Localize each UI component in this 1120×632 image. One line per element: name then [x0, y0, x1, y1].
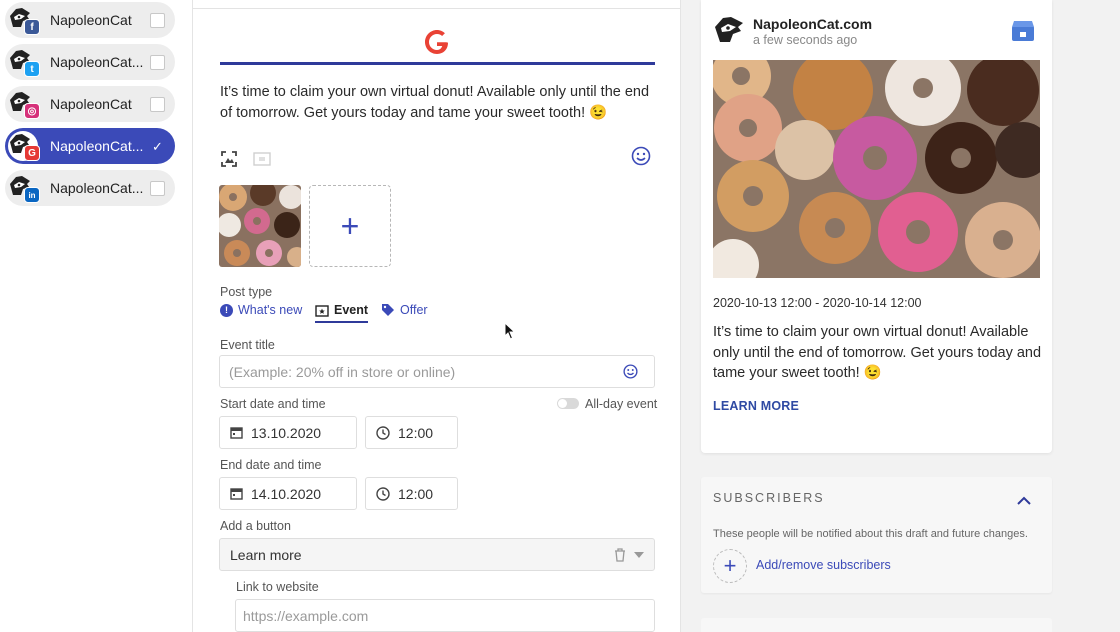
- start-date-label: Start date and time: [220, 397, 326, 411]
- avatar: in: [8, 173, 40, 203]
- event-title-input[interactable]: (Example: 20% off in store or online): [219, 355, 655, 388]
- post-text-editor[interactable]: It’s time to claim your own virtual donu…: [220, 82, 660, 124]
- post-type-label: Post type: [220, 285, 273, 299]
- post-type-whats-new[interactable]: ! What's new: [220, 303, 302, 317]
- preview-timestamp: a few seconds ago: [753, 33, 858, 47]
- account-checkbox[interactable]: [150, 181, 165, 196]
- info-icon: !: [220, 303, 233, 317]
- event-title-placeholder: (Example: 20% off in store or online): [229, 363, 456, 380]
- napoleoncat-logo-icon: [715, 17, 743, 42]
- link-input[interactable]: https://example.com: [235, 599, 655, 632]
- learn-more-button[interactable]: LEARN MORE: [713, 399, 799, 413]
- account-name: NapoleonCat: [50, 96, 132, 112]
- preview-image: [713, 60, 1040, 278]
- google-logo-icon: [425, 30, 448, 54]
- button-type-value: Learn more: [230, 546, 302, 563]
- account-item-instagram[interactable]: ◎ NapoleonCat: [5, 86, 175, 122]
- emoji-icon[interactable]: [631, 146, 651, 166]
- calendar-icon: [230, 488, 243, 500]
- checkmark-icon[interactable]: ✓: [150, 139, 165, 154]
- preview-account-name: NapoleonCat.com: [753, 16, 873, 32]
- calendar-star-icon: [315, 304, 329, 317]
- start-time-input[interactable]: 12:00: [365, 416, 458, 449]
- event-title-label: Event title: [220, 338, 275, 352]
- post-editor: It’s time to claim your own virtual donu…: [192, 0, 681, 632]
- post-preview-card: NapoleonCat.com a few seconds ago 2020-1…: [701, 0, 1052, 453]
- calendar-icon: [230, 427, 243, 439]
- start-date-input[interactable]: 13.10.2020: [219, 416, 357, 449]
- preview-post-text: It’s time to claim your own virtual donu…: [713, 324, 1042, 381]
- plus-icon: +: [723, 553, 737, 578]
- all-day-label: All-day event: [585, 397, 658, 411]
- button-type-select[interactable]: Learn more: [219, 538, 655, 571]
- donuts-image: [713, 60, 1040, 278]
- google-my-business-icon: [1012, 21, 1034, 41]
- end-date-value: 14.10.2020: [251, 485, 322, 502]
- chevron-down-icon[interactable]: [634, 552, 644, 558]
- account-item-google[interactable]: G NapoleonCat... ✓: [5, 128, 175, 164]
- account-item-linkedin[interactable]: in NapoleonCat...: [5, 170, 175, 206]
- account-item-facebook[interactable]: f NapoleonCat: [5, 2, 175, 38]
- account-checkbox[interactable]: [150, 13, 165, 28]
- start-time-value: 12:00: [398, 424, 434, 441]
- emoji-icon[interactable]: [623, 364, 638, 379]
- account-name: NapoleonCat: [50, 12, 132, 28]
- subscribers-note: These people will be notified about this…: [713, 528, 1028, 540]
- linkedin-badge-icon: in: [24, 187, 40, 203]
- end-date-input[interactable]: 14.10.2020: [219, 477, 357, 510]
- account-name: NapoleonCat...: [50, 138, 144, 154]
- post-type-offer[interactable]: Offer: [381, 303, 428, 317]
- post-type-event[interactable]: Event: [315, 303, 369, 323]
- account-list: f NapoleonCat t NapoleonCat... ◎ Napoleo…: [0, 0, 192, 632]
- clock-icon: [376, 425, 390, 440]
- add-media-button[interactable]: +: [309, 185, 391, 267]
- donuts-image: [219, 185, 301, 267]
- plus-icon: +: [340, 207, 360, 244]
- post-type-offer-label: Offer: [400, 303, 428, 317]
- link-label: Link to website: [236, 580, 319, 594]
- account-checkbox[interactable]: [150, 55, 165, 70]
- account-name: NapoleonCat...: [50, 180, 144, 196]
- mouse-cursor-icon: [504, 322, 516, 340]
- crop-icon[interactable]: [220, 150, 238, 168]
- avatar: t: [8, 47, 40, 77]
- add-button-label: Add a button: [220, 519, 291, 533]
- start-date-value: 13.10.2020: [251, 424, 322, 441]
- account-checkbox[interactable]: [150, 97, 165, 112]
- avatar: G: [8, 131, 40, 161]
- facebook-badge-icon: f: [24, 19, 40, 35]
- tag-icon: [382, 304, 394, 316]
- google-badge-icon: G: [24, 145, 40, 161]
- end-time-input[interactable]: 12:00: [365, 477, 458, 510]
- post-type-event-label: Event: [334, 303, 369, 317]
- network-underline: [220, 62, 655, 65]
- avatar: f: [8, 5, 40, 35]
- add-subscriber-button[interactable]: +: [713, 549, 747, 583]
- account-item-twitter[interactable]: t NapoleonCat...: [5, 44, 175, 80]
- divider: [193, 8, 680, 9]
- link-placeholder: https://example.com: [243, 607, 369, 624]
- preview-event-dates: 2020-10-13 12:00 - 2020-10-14 12:00: [713, 296, 922, 310]
- media-library-icon[interactable]: [253, 151, 271, 167]
- end-date-label: End date and time: [220, 458, 322, 472]
- instagram-badge-icon: ◎: [24, 103, 40, 119]
- clock-icon: [376, 486, 390, 501]
- chevron-up-icon[interactable]: [1017, 494, 1031, 508]
- twitter-badge-icon: t: [24, 61, 40, 77]
- account-name: NapoleonCat...: [50, 54, 144, 70]
- post-type-whats-new-label: What's new: [238, 303, 303, 317]
- collapsed-panel: [701, 618, 1052, 632]
- subscribers-title: SUBSCRIBERS: [713, 491, 825, 505]
- all-day-toggle[interactable]: [557, 398, 579, 409]
- end-time-value: 12:00: [398, 485, 434, 502]
- subscribers-panel: SUBSCRIBERS These people will be notifie…: [701, 477, 1052, 593]
- attached-image-thumbnail[interactable]: [219, 185, 301, 267]
- trash-icon[interactable]: [614, 548, 626, 562]
- avatar: ◎: [8, 89, 40, 119]
- add-remove-subscribers-link[interactable]: Add/remove subscribers: [756, 558, 891, 572]
